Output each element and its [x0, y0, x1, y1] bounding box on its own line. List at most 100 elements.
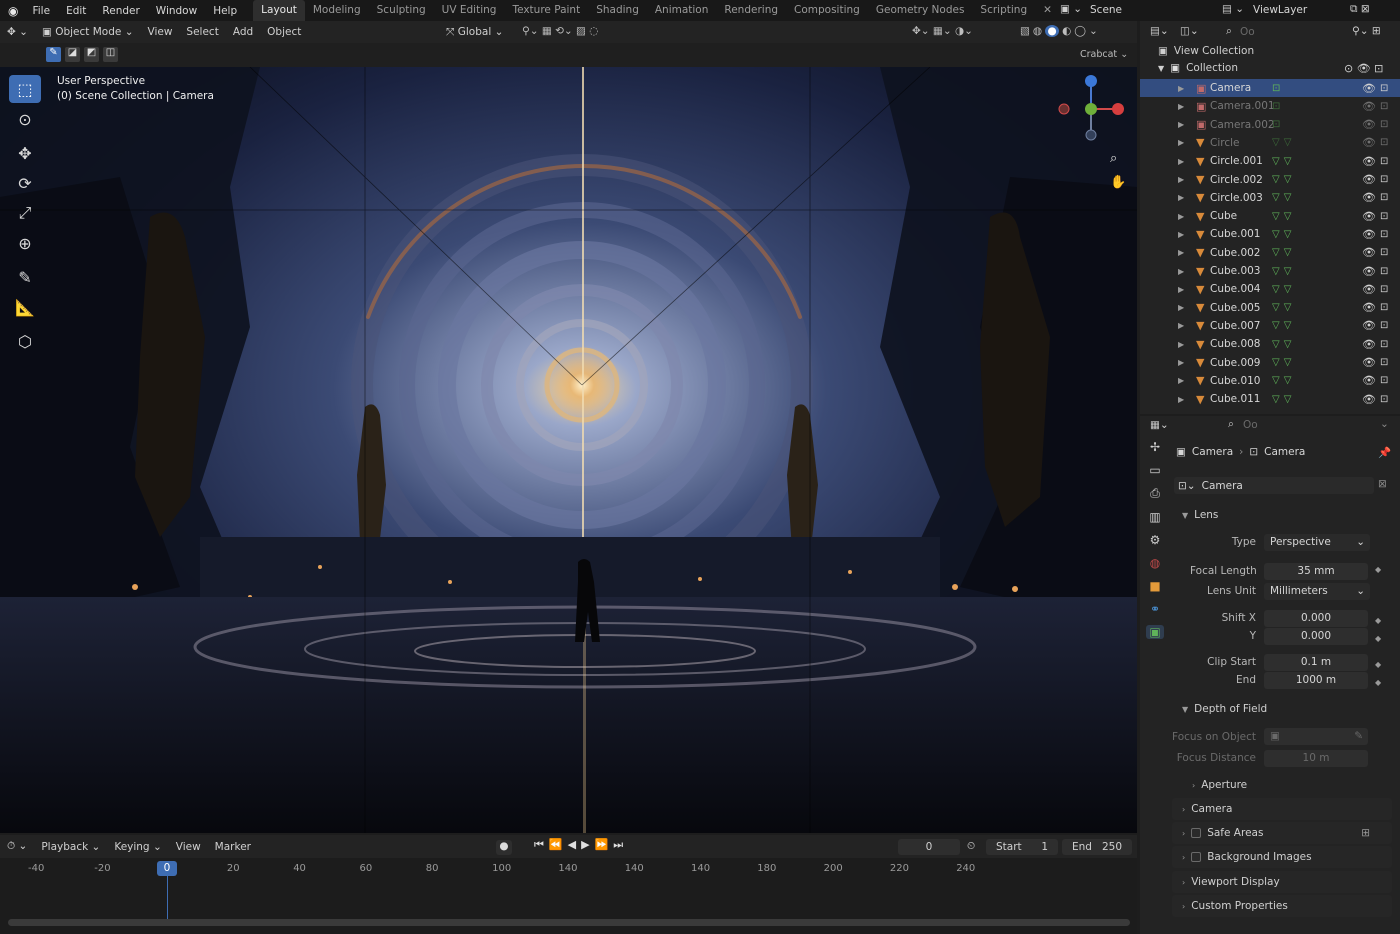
panel-viewport-display-header[interactable]: › Viewport Display: [1172, 871, 1392, 893]
tool-settings-icons[interactable]: ✎ ◪ ◩ ◫: [46, 47, 118, 62]
view-layer-tab-icon[interactable]: ▥: [1149, 510, 1160, 524]
outliner-view-collection[interactable]: ▣ View Collection: [1158, 45, 1254, 57]
outliner-search-icon[interactable]: ⌕: [1226, 25, 1232, 38]
scale-tool-icon[interactable]: ⤢: [9, 199, 41, 227]
navigation-gizmo[interactable]: [1052, 71, 1132, 143]
scene-tab-icon[interactable]: ⚙: [1150, 533, 1161, 547]
modifier-icons[interactable]: ▽▽: [1272, 302, 1295, 313]
visibility-eye-icon[interactable]: 👁: [1362, 210, 1376, 223]
expand-arrow-icon[interactable]: ▶: [1178, 395, 1184, 404]
modifier-icons[interactable]: ▽▽: [1272, 320, 1295, 331]
outliner-row[interactable]: ▶ ▼ Cube.011 ▽▽ 👁 ⊡: [1140, 390, 1400, 408]
object-mode-dropdown[interactable]: ▣ Object Mode ⌄: [35, 26, 141, 38]
render-camera-icon[interactable]: ⊡: [1380, 192, 1388, 203]
safe-areas-preset-icon[interactable]: ⊞: [1361, 827, 1370, 839]
modifier-icons[interactable]: ▽▽: [1272, 266, 1295, 277]
modifier-icons[interactable]: ⊡: [1272, 83, 1284, 94]
render-tab-icon[interactable]: ▭: [1149, 463, 1160, 477]
rendered-shading-icon[interactable]: ◯: [1074, 25, 1086, 37]
view-layer-options-icon[interactable]: ⧉ ⊠: [1350, 3, 1370, 16]
visibility-eye-icon[interactable]: 👁: [1362, 155, 1376, 168]
outliner-search-input[interactable]: Oo: [1240, 26, 1255, 38]
shift-y-field[interactable]: 0.000: [1264, 628, 1368, 645]
transform-tool-icon[interactable]: ⊕: [9, 229, 41, 257]
render-camera-icon[interactable]: ⊡: [1380, 375, 1388, 386]
expand-arrow-icon[interactable]: ▶: [1178, 248, 1184, 257]
viewport-gizmo-icons[interactable]: ✥⌄ ▦⌄ ◑⌄: [912, 25, 973, 37]
expand-arrow-icon[interactable]: ▶: [1178, 267, 1184, 276]
render-camera-icon[interactable]: ⊡: [1380, 229, 1388, 240]
panel-safe-areas-header[interactable]: › Safe Areas ⊞: [1172, 822, 1392, 844]
expand-arrow-icon[interactable]: ▶: [1178, 303, 1184, 312]
modifier-icons[interactable]: ▽▽: [1272, 192, 1295, 203]
render-camera-icon[interactable]: ⊡: [1380, 83, 1388, 94]
clip-keyframe-icons[interactable]: ◆ ◆: [1375, 656, 1381, 692]
tab-shading[interactable]: Shading: [588, 0, 647, 21]
render-camera-icon[interactable]: ⊡: [1380, 156, 1388, 167]
modifier-icons[interactable]: ▽▽: [1272, 339, 1295, 350]
editor-type-icon[interactable]: ✥ ⌄: [0, 26, 35, 38]
render-camera-icon[interactable]: ⊡: [1380, 174, 1388, 185]
outliner-row[interactable]: ▶ ▼ Circle.002 ▽▽ 👁 ⊡: [1140, 171, 1400, 189]
play-reverse-icon[interactable]: ◀: [568, 838, 576, 852]
outliner-row[interactable]: ▶ ▼ Circle.001 ▽▽ 👁 ⊡: [1140, 152, 1400, 170]
visibility-eye-icon[interactable]: 👁: [1362, 173, 1376, 186]
preview-range-icon[interactable]: ⏲: [967, 840, 975, 853]
menu-window[interactable]: Window: [148, 5, 205, 17]
expand-arrow-icon[interactable]: ▶: [1178, 157, 1184, 166]
outliner-editor-type-icon[interactable]: ▤⌄: [1150, 25, 1169, 37]
visibility-eye-icon[interactable]: 👁: [1362, 118, 1376, 131]
intersect-selection-icon[interactable]: ◫: [103, 47, 118, 62]
render-camera-icon[interactable]: ⊡: [1380, 394, 1388, 405]
tab-geometry-nodes[interactable]: Geometry Nodes: [868, 0, 973, 21]
fake-user-icon[interactable]: ⊠: [1378, 478, 1387, 490]
transform-orientation-dropdown[interactable]: ⤧ Global ⌄: [446, 26, 503, 39]
outliner-row[interactable]: ▶ ▼ Cube.001 ▽▽ 👁 ⊡: [1140, 225, 1400, 243]
eyedropper-icon[interactable]: ✎: [1354, 728, 1363, 745]
outliner-row[interactable]: ▶ ▼ Cube.007 ▽▽ 👁 ⊡: [1140, 317, 1400, 335]
snap-icons[interactable]: ⚲⌄ ▦ ⟲⌄ ▨ ◌: [522, 25, 598, 37]
tab-modeling[interactable]: Modeling: [305, 0, 369, 21]
select-box-icon[interactable]: ✎: [46, 47, 61, 62]
tab-uv-editing[interactable]: UV Editing: [434, 0, 505, 21]
focus-distance-field[interactable]: 10 m: [1264, 750, 1368, 767]
modifier-icons[interactable]: ▽▽: [1272, 229, 1295, 240]
pin-icon[interactable]: 📌: [1378, 446, 1391, 459]
expand-arrow-icon[interactable]: ▶: [1178, 102, 1184, 111]
output-tab-icon[interactable]: ⎙: [1150, 486, 1160, 501]
outliner-filter-mode-icon[interactable]: ◫⌄: [1180, 25, 1199, 37]
render-camera-icon[interactable]: ⊡: [1380, 284, 1388, 295]
visibility-eye-icon[interactable]: 👁: [1362, 265, 1376, 278]
render-camera-icon[interactable]: ⊡: [1380, 211, 1388, 222]
modifier-icons[interactable]: ▽▽: [1272, 357, 1295, 368]
properties-options-icon[interactable]: ⌄: [1380, 418, 1389, 430]
modifier-icons[interactable]: ⊡: [1272, 119, 1284, 130]
shading-options-icon[interactable]: ⌄: [1089, 25, 1098, 37]
lens-unit-dropdown[interactable]: Millimeters ⌄: [1264, 583, 1370, 600]
playhead[interactable]: 0: [157, 861, 177, 876]
current-frame-field[interactable]: 0: [898, 839, 960, 855]
panel-background-images-header[interactable]: › Background Images: [1172, 846, 1392, 868]
menu-timeline-view[interactable]: View: [169, 841, 208, 853]
properties-editor-type-icon[interactable]: ▦⌄: [1150, 419, 1169, 431]
scene-name-field[interactable]: Scene: [1090, 4, 1122, 16]
outliner-row[interactable]: ▶ ▼ Cube.010 ▽▽ 👁 ⊡: [1140, 372, 1400, 390]
tab-animation[interactable]: Animation: [647, 0, 717, 21]
outliner-row[interactable]: ▶ ▼ Cube.003 ▽▽ 👁 ⊡: [1140, 262, 1400, 280]
panel-depth-of-field-header[interactable]: ▼ Depth of Field: [1172, 698, 1392, 720]
move-tool-icon[interactable]: ✥: [9, 139, 41, 167]
background-images-checkbox[interactable]: [1191, 852, 1202, 862]
zoom-view-icon[interactable]: ⌕: [1110, 151, 1117, 166]
jump-start-icon[interactable]: ⏮: [534, 838, 544, 852]
collection-visibility-icons[interactable]: ⊙ 👁 ⊡: [1344, 62, 1383, 75]
timeline-editor-type-icon[interactable]: ⏱ ⌄: [0, 840, 34, 853]
shift-x-field[interactable]: 0.000: [1264, 610, 1368, 627]
modifier-icons[interactable]: ▽▽: [1272, 247, 1295, 258]
add-cube-tool-icon[interactable]: ⬡: [9, 327, 41, 355]
render-camera-icon[interactable]: ⊡: [1380, 119, 1388, 130]
cursor-tool-icon[interactable]: ⊙: [9, 105, 41, 133]
camera-data-tab-icon[interactable]: ▣: [1146, 625, 1164, 639]
blender-logo-icon[interactable]: ◉: [0, 4, 24, 18]
menu-render[interactable]: Render: [94, 5, 147, 17]
outliner-filter-icon[interactable]: ⚲⌄ ⊞: [1352, 25, 1381, 37]
